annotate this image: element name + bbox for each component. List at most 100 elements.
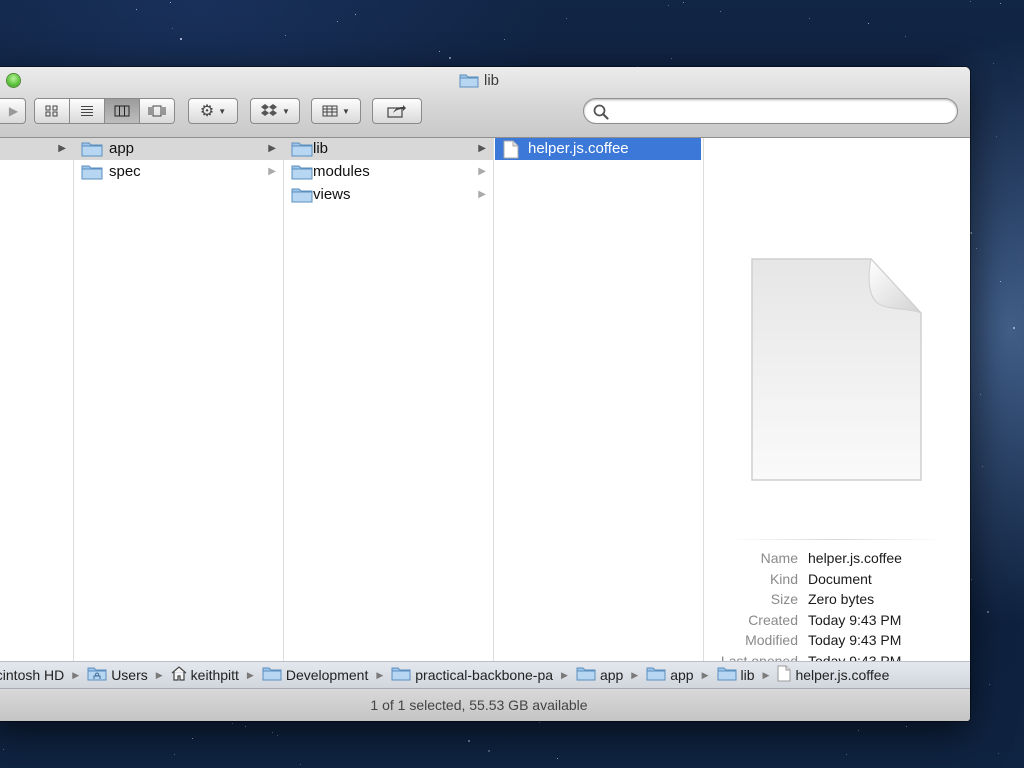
home-icon (171, 666, 187, 684)
star (989, 684, 990, 685)
star (868, 23, 869, 24)
star (449, 57, 451, 59)
star (272, 732, 273, 733)
star (355, 14, 356, 15)
star (858, 730, 859, 731)
path-item-app[interactable]: app ▶ (646, 666, 716, 684)
path-separator-icon: ▶ (762, 669, 770, 680)
path-item-app[interactable]: app ▶ (576, 666, 646, 684)
dropbox-icon (261, 104, 278, 116)
preview-divider (728, 539, 943, 540)
star (1000, 281, 1001, 282)
info-row-created: Created Today 9:43 PM (706, 612, 966, 633)
document-preview-icon (751, 257, 923, 488)
view-mode-selector[interactable] (34, 98, 175, 124)
search-input[interactable] (612, 102, 946, 122)
star (671, 58, 672, 59)
star (1000, 3, 1001, 4)
list-item[interactable]: modules ▶ (283, 161, 493, 183)
list-item-label: app (109, 140, 135, 157)
star (136, 9, 137, 10)
column-3[interactable]: lib ▶ modules ▶ views ▶ (283, 138, 494, 661)
info-row-name: Name helper.js.coffee (706, 550, 966, 571)
forward-button[interactable]: ▶ (0, 98, 26, 124)
path-separator-icon: ▶ (72, 669, 80, 680)
path-item-label: Users (111, 667, 148, 683)
file-info-panel: Name helper.js.coffee Kind Document Size Ze… (706, 550, 966, 673)
arrange-menu-button[interactable]: ▼ (311, 98, 361, 124)
path-bar: acintosh HD ▶ Users ▶ keithpitt ▶ Developme… (0, 661, 970, 689)
path-separator-icon: ▶ (631, 669, 639, 680)
star (905, 36, 906, 37)
list-item[interactable]: spec ▶ (73, 161, 283, 183)
star (285, 35, 286, 36)
path-separator-icon: ▶ (246, 669, 254, 680)
star (504, 39, 505, 40)
star (809, 18, 810, 19)
info-value: Today 9:43 PM (808, 611, 902, 628)
path-separator-icon: ▶ (561, 669, 568, 680)
column-1[interactable]: ▶ (0, 138, 74, 661)
folder-icon (459, 72, 479, 92)
forward-arrow-icon: ▶ (8, 104, 19, 118)
list-item[interactable]: ▶ (0, 138, 73, 160)
star (468, 740, 470, 742)
icon-view-button[interactable] (35, 99, 70, 123)
document-icon (777, 665, 791, 685)
star (192, 738, 193, 739)
column-view-button[interactable] (105, 99, 140, 123)
share-button[interactable] (372, 98, 422, 124)
star (539, 722, 540, 723)
path-separator-icon: ▶ (376, 669, 384, 680)
search-field[interactable] (583, 98, 958, 124)
folder-icon (291, 163, 313, 184)
column-2[interactable]: app ▶ spec ▶ (73, 138, 284, 661)
star (987, 611, 989, 613)
folder-icon (262, 666, 282, 684)
dropbox-menu-button[interactable]: ▼ (250, 98, 300, 124)
share-icon (387, 105, 406, 118)
list-item[interactable]: views ▶ (283, 184, 493, 206)
list-item[interactable]: lib ▶ (283, 138, 493, 160)
path-item-keithpitt[interactable]: keithpitt ▶ (171, 666, 262, 684)
star (180, 38, 182, 40)
star (300, 764, 301, 765)
path-item-label: app (670, 667, 694, 683)
list-item-selected[interactable]: helper.js.coffee (495, 138, 701, 160)
disclosure-arrow-icon: ▶ (268, 143, 276, 154)
gear-icon: ⚙ (199, 103, 215, 120)
info-label: Kind (769, 570, 798, 587)
path-item-practical-backbone[interactable]: practical-backbone-pa ▶ (391, 666, 576, 684)
titlebar: lib ▶ ⚙ ▼ ▼ ▼ (0, 67, 970, 138)
column-browser: ▶ app ▶ spec ▶ lib ▶ modules ▶ views ▶ h… (0, 138, 970, 669)
chevron-down-icon: ▼ (218, 106, 227, 116)
star (970, 1, 971, 2)
info-label: Modified (745, 632, 798, 648)
list-view-button[interactable] (70, 99, 105, 123)
folder-icon (576, 666, 596, 684)
disclosure-arrow-icon: ▶ (58, 143, 66, 154)
path-item-users[interactable]: Users ▶ (87, 666, 170, 684)
info-value: Document (808, 570, 872, 587)
disclosure-arrow-icon: ▶ (478, 166, 486, 177)
coverflow-view-button[interactable] (140, 99, 174, 123)
star (996, 136, 997, 137)
folder-icon (717, 666, 737, 684)
chevron-down-icon: ▼ (342, 106, 350, 116)
path-item-macintosh-hd[interactable]: acintosh HD ▶ (0, 667, 87, 683)
folder-icon (291, 186, 313, 207)
columns-icon (114, 105, 130, 117)
list-item-label: lib (313, 140, 329, 157)
path-item-label: app (599, 667, 624, 683)
path-item-lib[interactable]: lib ▶ (717, 666, 778, 684)
path-item-development[interactable]: Development ▶ (262, 666, 391, 684)
document-icon (503, 140, 519, 163)
action-menu-button[interactable]: ⚙ ▼ (188, 98, 238, 124)
column-4[interactable]: helper.js.coffee (493, 138, 704, 661)
path-item-helper-file[interactable]: helper.js.coffee (777, 665, 889, 685)
list-item[interactable]: app ▶ (73, 138, 283, 160)
disclosure-arrow-icon: ▶ (268, 166, 276, 177)
star (174, 754, 175, 755)
star (3, 749, 4, 750)
star (1013, 327, 1015, 329)
